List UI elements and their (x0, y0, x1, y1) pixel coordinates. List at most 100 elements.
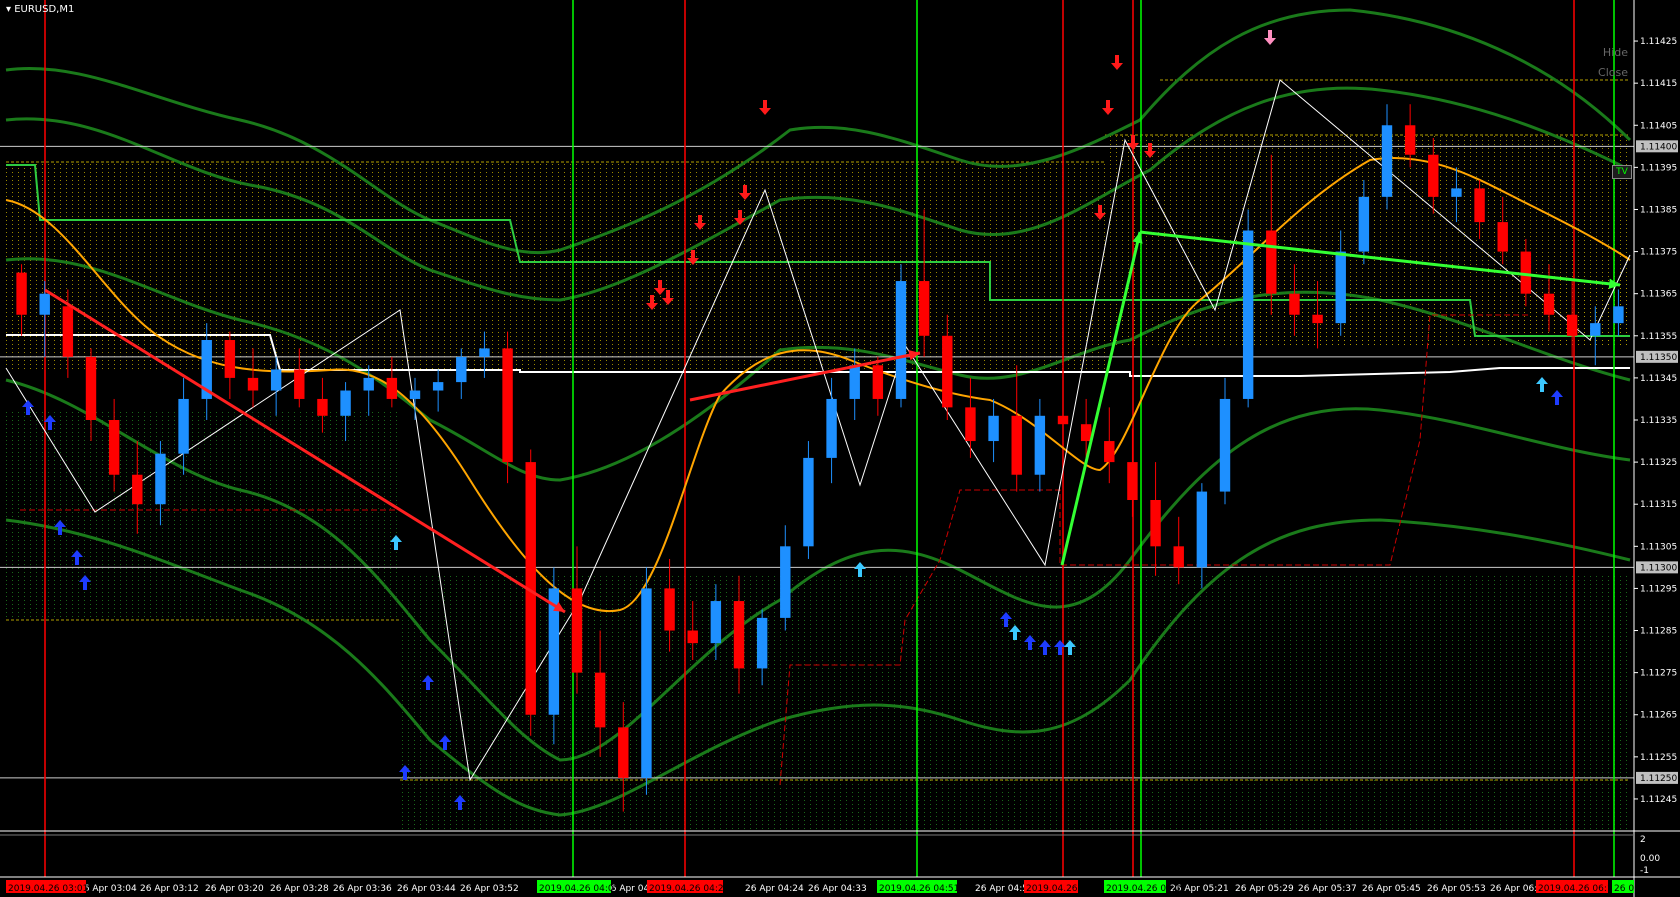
price-chart[interactable]: 1.11425 1.11415 1.11405 1.11395 1.11385 1.113… (0, 0, 1680, 897)
price-tick-label: 1.11345 (1640, 374, 1677, 384)
price-tick-label: 1.11375 (1640, 248, 1677, 258)
candle-body (224, 340, 236, 378)
price-level-label: 1.11400 (1640, 142, 1677, 152)
price-tick-label: 1.11365 (1640, 290, 1677, 300)
candle-body (108, 420, 120, 475)
candle-body (664, 588, 675, 631)
triangle-down-icon[interactable]: ▾ (6, 4, 11, 15)
time-tick-label: 26 Apr 05:53 (1427, 884, 1486, 894)
price-tick-label: 1.11325 (1640, 458, 1677, 468)
candle-body (1127, 462, 1138, 500)
candle-body (178, 398, 189, 454)
candle-body (641, 588, 652, 778)
price-level-label: 1.11300 (1640, 563, 1677, 573)
time-highlight-label: 2019.04.26 04:51 (879, 884, 959, 894)
time-tick-label: 26 Apr 03:28 (270, 884, 329, 894)
price-tick-label: 1.11245 (1640, 795, 1677, 805)
fractal-zone (510, 162, 1105, 370)
candle (1242, 209, 1254, 408)
time-tick-label: 26 Apr 05:29 (1235, 884, 1294, 894)
time-tick-label: 26 Apr 04:24 (745, 884, 804, 894)
candle (895, 264, 907, 408)
time-tick-label: 26 Apr 03:36 (333, 884, 392, 894)
time-highlight-label: 2019.04.26 05:1 (1106, 884, 1181, 894)
time-highlight-label: 2019.04.26 04:21 (649, 884, 729, 894)
candle-body (1543, 293, 1555, 315)
candle-body (62, 306, 74, 357)
candle-body (1266, 230, 1277, 294)
candle-body (895, 281, 907, 399)
price-tick-label: 1.11255 (1640, 753, 1677, 763)
time-tick-label: 26 Apr 05:37 (1298, 884, 1357, 894)
candle-body (1613, 306, 1624, 324)
time-highlight-label: 2019.04.26 05:0 (1026, 884, 1101, 894)
candle-body (85, 356, 97, 420)
candle-body (1196, 491, 1208, 568)
candle (641, 567, 652, 795)
candle-body (1520, 251, 1532, 294)
hide-button[interactable]: Hide (1603, 46, 1628, 59)
candle-body (155, 453, 166, 505)
time-tick-label: 26 Apr 03:20 (205, 884, 264, 894)
time-tick-label: 26 Apr 03:12 (140, 884, 199, 894)
symbol-title[interactable]: ▾ EURUSD,M1 (6, 4, 74, 15)
price-tick-label: 1.11315 (1640, 500, 1677, 510)
price-tick-label: 1.11425 (1640, 37, 1677, 47)
close-button[interactable]: Close (1598, 66, 1628, 79)
candle-body (1474, 188, 1485, 223)
indicator-tick-label: 0.00 (1640, 854, 1660, 864)
time-highlight-label: 2019.04.26 03:01 (8, 884, 88, 894)
price-level-label: 1.11250 (1640, 774, 1677, 784)
candle (502, 331, 513, 484)
symbol-label: EURUSD,M1 (14, 4, 75, 15)
candle-body (918, 281, 930, 336)
price-level-label: 1.11350 (1640, 353, 1677, 363)
time-highlight-label: 26 06:18 (1614, 884, 1655, 894)
price-tick-label: 1.11395 (1640, 163, 1677, 173)
price-tick-label: 1.11355 (1640, 332, 1677, 342)
candle-body (1242, 230, 1254, 399)
candle-body (1034, 415, 1046, 475)
candle-body (132, 474, 143, 505)
candle-body (247, 377, 259, 391)
candle-body (1451, 188, 1462, 197)
time-tick-label: 26 Apr 05:45 (1362, 884, 1421, 894)
chart-window[interactable]: 1.11425 1.11415 1.11405 1.11395 1.11385 1.113… (0, 0, 1680, 897)
price-tick-label: 1.11335 (1640, 416, 1677, 426)
candle-body (409, 390, 421, 399)
candle-body (942, 335, 953, 408)
price-tick-label: 1.11305 (1640, 542, 1677, 552)
fractal-zone (400, 575, 1630, 830)
price-tick-label: 1.11405 (1640, 121, 1677, 131)
candle-body (618, 727, 629, 778)
candle-body (1358, 196, 1370, 252)
price-tick-label: 1.11265 (1640, 711, 1677, 721)
candle-body (965, 407, 976, 442)
candle-body (386, 377, 398, 399)
candle-body (1497, 222, 1508, 252)
candle-body (432, 382, 444, 391)
candle-body (317, 398, 328, 416)
price-tick-label: 1.11415 (1640, 79, 1677, 89)
candle-body (1289, 293, 1300, 315)
candle-body (872, 365, 884, 399)
candle-body (1173, 546, 1184, 568)
tv-button[interactable]: TV (1612, 165, 1632, 179)
price-tick-label: 1.11295 (1640, 584, 1677, 594)
candle-body (594, 672, 606, 728)
candle-body (780, 546, 791, 618)
candle-body (502, 348, 513, 463)
candle-body (1219, 398, 1231, 492)
candle-body (710, 601, 722, 644)
time-tick-label: 26 Apr 04:33 (808, 884, 867, 894)
candle-body (294, 369, 305, 399)
candle-body (16, 272, 27, 315)
candle-body (687, 630, 698, 644)
candle-body (1381, 125, 1393, 197)
price-tick-label: 1.11275 (1640, 669, 1677, 679)
indicator-tick-label: 2 (1640, 835, 1646, 845)
candle-body (1104, 441, 1115, 463)
candle-body (988, 415, 999, 442)
time-highlight-label: 2019.04.26 04:07 (539, 884, 619, 894)
candle-body (479, 348, 490, 357)
